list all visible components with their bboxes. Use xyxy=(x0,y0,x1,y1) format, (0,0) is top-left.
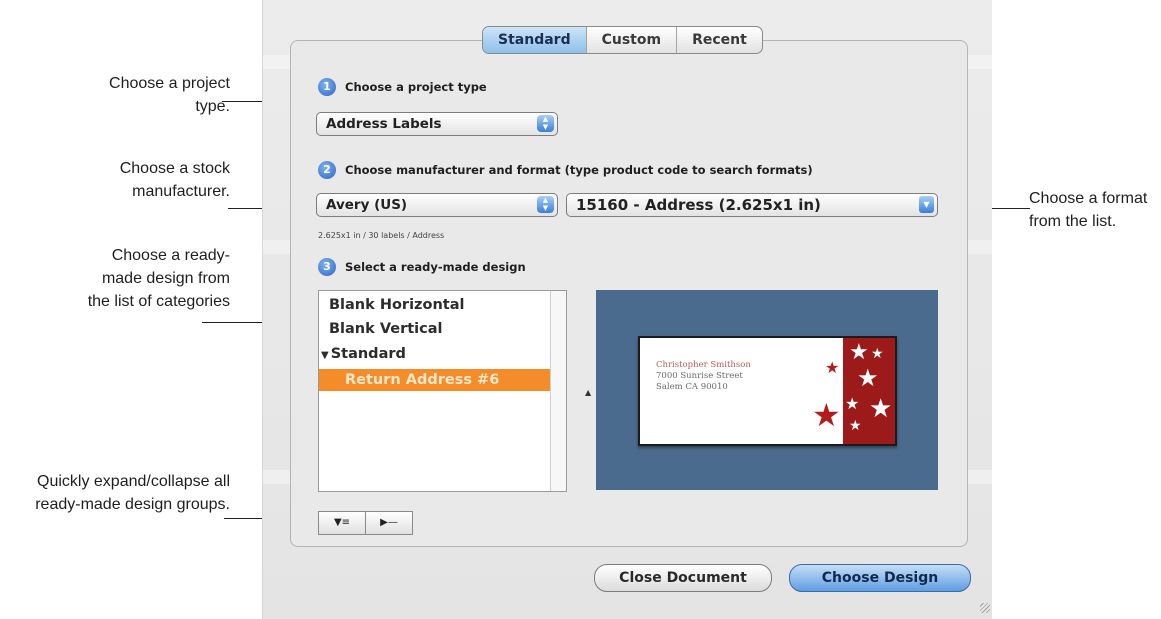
project-type-popup[interactable]: Address Labels ▲ ▼ xyxy=(316,112,558,136)
step-number-badge: 1 xyxy=(318,78,336,96)
star-decoration: ★ ★ ★ ★ ★ ★ xyxy=(843,338,895,444)
up-down-arrows-icon: ▲ ▼ xyxy=(537,196,554,213)
close-document-button[interactable]: Close Document xyxy=(594,564,772,592)
design-category-list[interactable]: Blank Horizontal Blank Vertical ▼ Standar… xyxy=(318,290,567,492)
choose-design-button[interactable]: Choose Design xyxy=(789,564,971,592)
star-icon: ★ xyxy=(812,396,841,434)
list-item-label: Blank Horizontal xyxy=(329,297,465,313)
preview-street: 7000 Sunrise Street xyxy=(656,371,743,381)
star-icon: ★ xyxy=(845,394,860,413)
callout-project-type: Choose a project type. xyxy=(109,75,230,115)
list-item[interactable]: Blank Horizontal xyxy=(319,294,551,316)
tab-standard[interactable]: Standard xyxy=(483,27,586,53)
list-item-selected[interactable]: Return Address #6 xyxy=(319,369,551,391)
up-down-arrows-icon: ▲ ▼ xyxy=(537,115,554,132)
step-project-type: 1 Choose a project type xyxy=(318,78,487,96)
disclosure-triangle-icon[interactable]: ▼ xyxy=(321,350,329,361)
expand-all-button[interactable]: ▼≡ xyxy=(318,511,366,535)
label-preview-card: Christopher Smithson 7000 Sunrise Street… xyxy=(638,336,897,446)
step-manufacturer-format: 2 Choose manufacturer and format (type p… xyxy=(318,161,813,179)
step-number-badge: 3 xyxy=(318,258,336,276)
star-icon: ★ xyxy=(871,346,884,362)
mode-tab-bar: Standard Custom Recent xyxy=(482,26,763,54)
star-icon: ★ xyxy=(849,340,869,365)
tab-recent[interactable]: Recent xyxy=(676,27,762,53)
callout-stock-manufacturer: Choose a stock manufacturer. xyxy=(119,160,230,200)
star-icon: ★ xyxy=(869,394,893,424)
manufacturer-popup[interactable]: Avery (US) ▲ ▼ xyxy=(316,193,558,217)
format-summary: 2.625x1 in / 30 labels / Address xyxy=(318,231,445,240)
callout-expand-collapse: Quickly expand/collapse all ready-made d… xyxy=(35,473,230,513)
preview-address: Christopher Smithson 7000 Sunrise Street… xyxy=(656,360,751,393)
resize-grip-icon[interactable] xyxy=(980,603,990,613)
step-label: Select a ready-made design xyxy=(345,260,526,274)
chevron-down-icon: ▼ xyxy=(919,196,934,213)
preview-city: Salem CA 90010 xyxy=(656,382,728,392)
callout-ready-made-design: Choose a ready- made design from the lis… xyxy=(87,247,230,310)
list-item-label: Blank Vertical xyxy=(329,321,443,337)
collapse-all-icon: ▶— xyxy=(380,517,398,528)
preview-name: Christopher Smithson xyxy=(656,360,751,370)
splitter-handle-icon[interactable]: ▲ xyxy=(585,388,591,397)
popup-value: Address Labels xyxy=(326,116,442,132)
step-label: Choose a project type xyxy=(345,80,487,94)
expand-all-icon: ▼≡ xyxy=(333,517,351,528)
popup-value: Avery (US) xyxy=(326,197,408,213)
step-number-badge: 2 xyxy=(318,161,336,179)
list-item-label: Standard xyxy=(330,346,406,362)
step-label: Choose manufacturer and format (type pro… xyxy=(345,163,813,177)
collapse-all-button[interactable]: ▶— xyxy=(365,511,413,535)
tab-custom[interactable]: Custom xyxy=(585,27,676,53)
list-item-label: Return Address #6 xyxy=(345,372,500,388)
star-icon: ★ xyxy=(849,418,862,434)
star-icon: ★ xyxy=(825,358,840,377)
step-ready-made-design: 3 Select a ready-made design xyxy=(318,258,526,276)
format-popup[interactable]: 15160 - Address (2.625x1 in) ▼ xyxy=(566,193,938,217)
callout-format: Choose a format from the list. xyxy=(1029,190,1148,230)
star-icon: ★ xyxy=(857,364,879,392)
list-group-standard[interactable]: ▼ Standard xyxy=(319,343,551,365)
design-preview: ▲ Christopher Smithson 7000 Sunrise Stre… xyxy=(585,290,938,490)
popup-value: 15160 - Address (2.625x1 in) xyxy=(576,196,821,214)
vertical-scrollbar[interactable] xyxy=(550,291,566,491)
list-item[interactable]: Blank Vertical xyxy=(319,318,551,340)
